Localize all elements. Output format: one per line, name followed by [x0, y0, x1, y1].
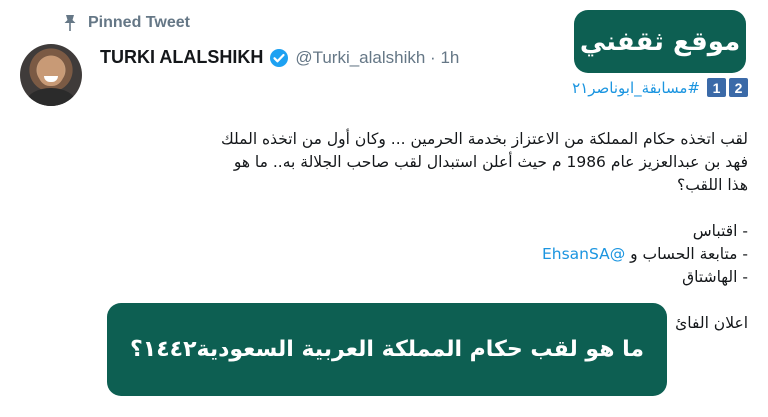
- verified-badge-icon: [270, 48, 289, 67]
- question-overlay: ما هو لقب حكام المملكة العربية السعودية١…: [107, 303, 667, 396]
- pinned-tweet-label: Pinned Tweet: [88, 14, 190, 31]
- pinned-tweet-header: Pinned Tweet: [62, 14, 190, 32]
- list-item: - اقتباس: [692, 222, 748, 240]
- list-item: - الهاشتاق: [682, 268, 748, 286]
- number-one-keycap: 1: [707, 78, 726, 97]
- tweet-line: لقب اتخذه حكام المملكة من الاعتزاز بخدمة…: [220, 130, 748, 148]
- site-badge: موقع ثقفني: [574, 10, 746, 73]
- user-display-name[interactable]: TURKI ALALSHIKH: [100, 47, 263, 68]
- tweet-author: TURKI ALALSHIKH @Turki_alalshikh · 1h: [100, 47, 459, 68]
- user-handle-and-time[interactable]: @Turki_alalshikh · 1h: [295, 48, 459, 68]
- number-two-keycap: 2: [729, 78, 748, 97]
- hashtag-line: #مسابقة_ابوناصر٢١ 1 2: [572, 78, 748, 97]
- hashtag-link[interactable]: #مسابقة_ابوناصر٢١: [572, 79, 700, 97]
- tweet-line: هذا اللقب؟: [677, 176, 748, 194]
- list-item-text: - متابعة الحساب و: [625, 245, 748, 263]
- tweet-line: فهد بن عبدالعزيز عام 1986 م حيث أعلن است…: [233, 153, 748, 171]
- mention-link[interactable]: @EhsanSA: [542, 245, 625, 263]
- pin-icon: [64, 15, 76, 31]
- list-item: - متابعة الحساب و @EhsanSA: [88, 243, 748, 266]
- avatar[interactable]: [20, 44, 82, 106]
